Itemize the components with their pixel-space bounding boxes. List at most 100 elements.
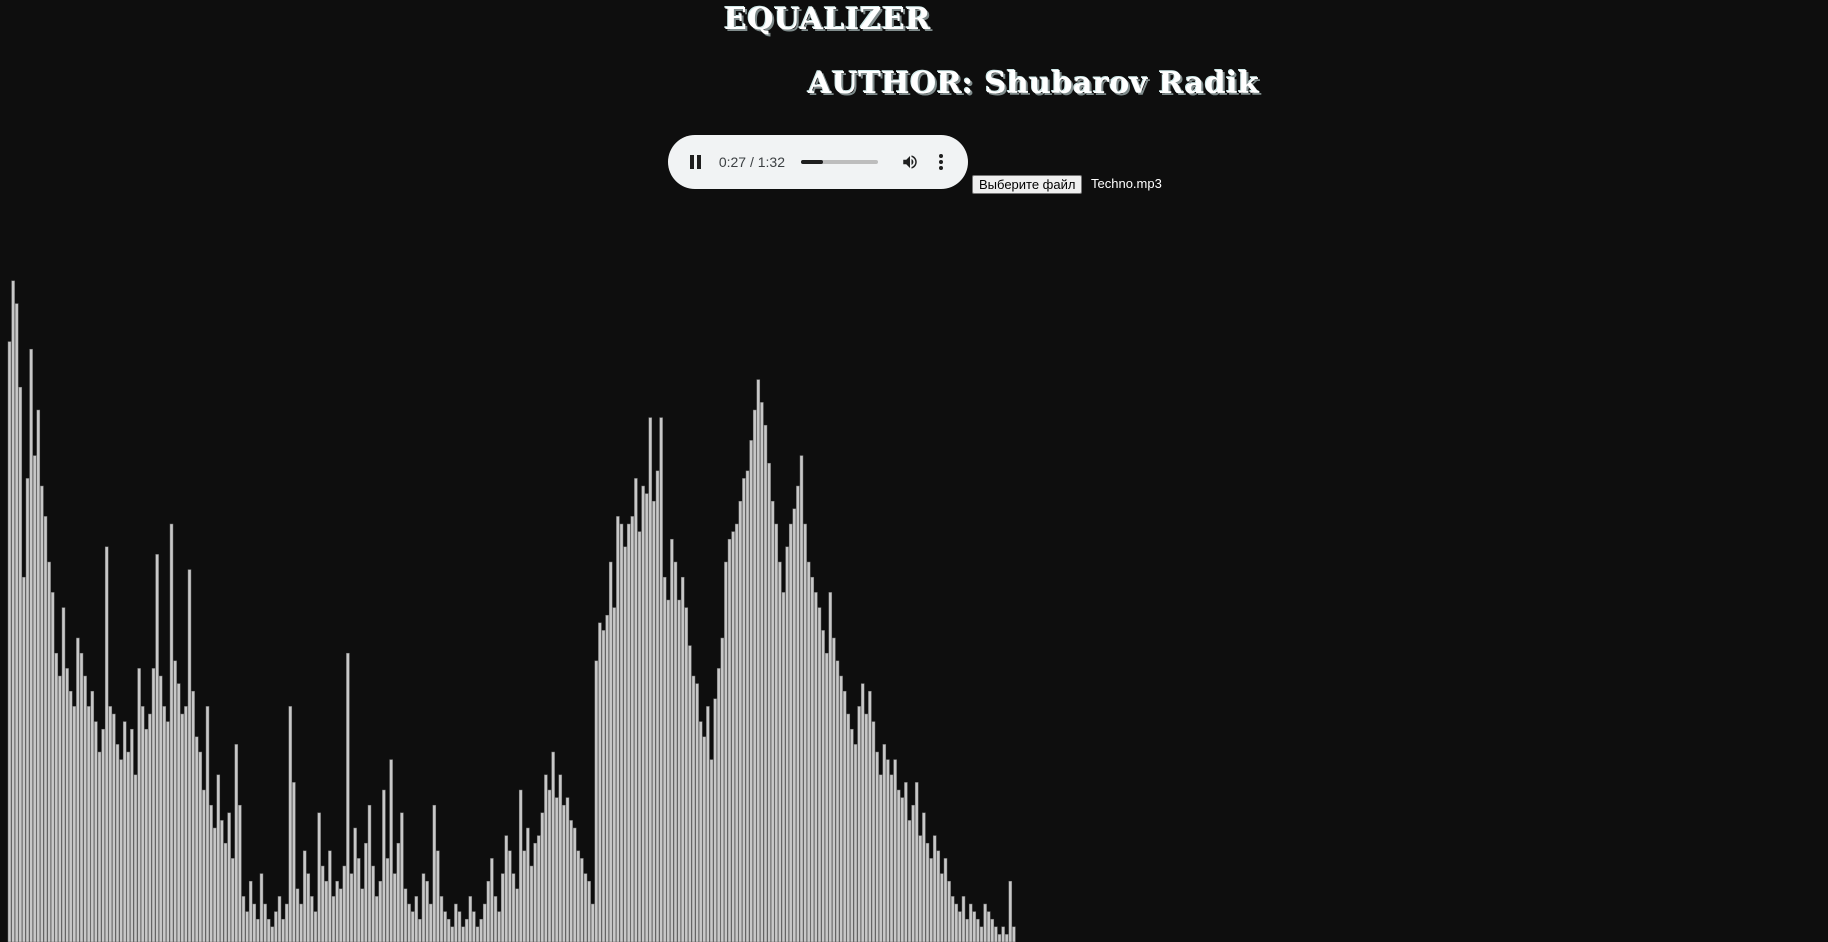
equalizer-bar [302,850,307,942]
equalizer-bar [626,523,631,942]
equalizer-bar [54,652,59,942]
equalizer-bar [198,751,203,942]
equalizer-bar [756,379,761,942]
equalizer-bar [554,797,559,942]
equalizer-bar [713,698,717,942]
equalizer-bar [248,880,253,942]
equalizer-bar [374,896,379,942]
equalizer-bar [194,736,199,942]
equalizer-bar [774,523,779,942]
equalizer-bar [792,508,797,942]
equalizer-bar [1012,926,1016,942]
equalizer-bar [850,728,854,942]
equalizer-bar [7,341,12,942]
equalizer-bar [814,592,818,942]
equalizer-bar [439,896,444,942]
equalizer-bar [454,903,458,942]
equalizer-bar [526,827,530,942]
equalizer-bar [1001,926,1005,942]
equalizer-bar [644,493,649,942]
equalizer-bar [637,531,642,942]
equalizer-bar [389,759,393,942]
equalizer-bar [346,652,350,942]
equalizer-bar [864,713,869,942]
equalizer-bar [518,789,523,942]
equalizer-bar [382,789,386,942]
equalizer-bar [788,523,793,942]
equalizer-bar [407,903,411,942]
equalizer-bar [490,858,494,942]
equalizer-bar [371,865,375,942]
equalizer-bar [259,873,264,942]
equalizer-bar [378,880,383,942]
equalizer-bar [580,858,584,942]
equalizer-bar [648,417,653,942]
equalizer-bar [205,706,210,942]
equalizer-bar [295,888,300,942]
equalizer-bar [400,812,404,942]
equalizer-bar [410,911,415,942]
equalizer-bar [587,880,591,942]
equalizer-bar [749,440,753,942]
equalizer-bar [605,614,609,942]
equalizer-bar [331,896,336,942]
equalizer-bar [385,858,390,942]
equalizer-bar [673,561,678,942]
equalizer-bar [986,911,991,942]
equalizer-bar [742,478,746,942]
equalizer-bar [896,789,901,942]
equalizer-bar [472,911,476,942]
equalizer-bar [241,896,246,942]
equalizer-bar [104,546,109,942]
equalizer-bar [616,516,620,942]
equalizer-bar [288,706,293,942]
equalizer-bar [608,561,613,942]
equalizer-bar [720,637,725,942]
equalizer-bar [126,751,131,942]
equalizer-bar [950,896,955,942]
equalizer-bar [432,804,437,942]
equalizer-bar [760,402,764,942]
equalizer-bar [659,417,663,942]
equalizer-bar [47,561,51,942]
equalizer-bar [245,911,249,942]
equalizer-bar [803,523,807,942]
equalizer-bar [335,880,339,942]
equalizer-bar [68,690,73,942]
equalizer-bar [112,713,116,942]
equalizer-bar [976,918,980,942]
equalizer-bar [889,774,894,942]
equalizer-bar [544,774,548,942]
equalizer-bar [349,873,354,942]
equalizer-bar [547,789,552,942]
equalizer-bar [320,865,325,942]
equalizer-bar [317,812,321,942]
equalizer-bar [932,835,937,942]
equalizer-bar [839,675,843,942]
equalizer-bar [324,880,329,942]
equalizer-bar [274,911,278,942]
equalizer-bar [328,850,332,942]
equalizer-bar [22,576,26,942]
equalizer-bar [313,911,318,942]
equalizer-bar [702,736,707,942]
equalizer-bar [781,592,786,942]
equalizer-bar [961,896,966,942]
equalizer-bar [32,455,37,942]
equalizer-bar [108,706,113,942]
equalizer-bar [101,728,105,942]
equalizer-bar [353,827,357,942]
equalizer-bar [151,668,156,942]
equalizer-bar [97,751,102,942]
equalizer-bar [176,683,181,942]
equalizer-bar [464,918,469,942]
equalizer-bar [475,926,480,942]
equalizer-bar [796,485,800,942]
equalizer-bar [958,911,962,942]
equalizer-bar [943,858,948,942]
equalizer-bar [425,880,429,942]
equalizer-bar [508,850,512,942]
equalizer-bar [677,599,681,942]
equalizer-bar [493,896,498,942]
equalizer-bar [997,934,1002,942]
